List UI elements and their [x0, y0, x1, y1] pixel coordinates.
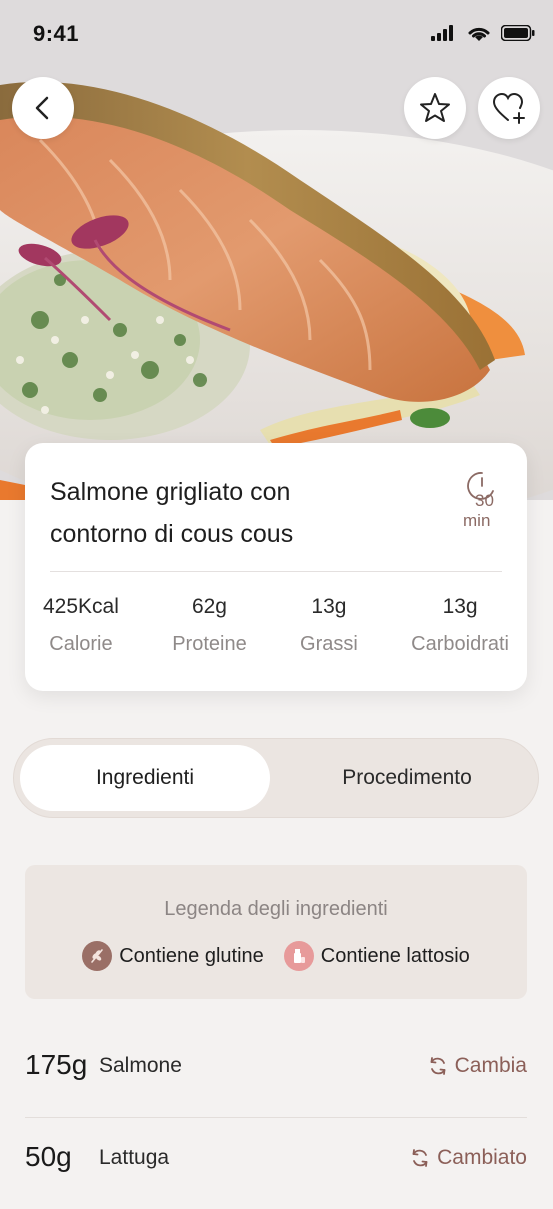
nutrient-label: Carboidrati: [411, 633, 509, 655]
recipe-title: Salmone grigliato con contorno di cous c…: [50, 471, 440, 555]
ingredient-row: 50g Lattuga Cambiato: [25, 1125, 527, 1195]
nutrient-calories: 425Kcal Calorie: [43, 595, 119, 656]
refresh-icon: [412, 1149, 428, 1167]
tab-procedimento[interactable]: Procedimento: [282, 745, 532, 811]
heart-plus-icon: [492, 92, 525, 124]
favorite-button[interactable]: [404, 77, 466, 139]
lactose-icon: [283, 941, 314, 971]
recipe-hero-image: [0, 0, 553, 500]
nutrient-label: Proteine: [172, 633, 247, 655]
add-to-collection-button[interactable]: [478, 77, 540, 139]
nutrient-label: Grassi: [300, 633, 358, 655]
nutrient-value: 13g: [442, 595, 478, 618]
salmon-dish-illustration: [0, 0, 553, 500]
signal-icon: [431, 25, 453, 41]
legend-gluten-label: Contiene glutine: [119, 944, 264, 967]
swap-label: Cambiato: [437, 1146, 527, 1169]
star-icon: [420, 93, 450, 122]
status-time: 9:41: [33, 21, 80, 46]
recipe-info-card: Salmone grigliato con contorno di cous c…: [25, 443, 527, 691]
status-icons: [431, 24, 535, 42]
swap-label: Cambia: [454, 1054, 527, 1077]
refresh-icon: [430, 1057, 446, 1075]
nutrient-label: Calorie: [49, 633, 113, 655]
status-bar: 9:41: [0, 0, 553, 70]
nutrient-protein: 62g Proteine: [172, 595, 247, 656]
legend-lactose-label: Contiene lattosio: [320, 944, 470, 967]
ingredient-quantity: 175g: [25, 1049, 88, 1080]
nutrient-value: 425Kcal: [43, 595, 119, 618]
prep-time-value: 30: [475, 491, 494, 510]
wifi-icon: [468, 27, 490, 41]
nutrient-value: 62g: [191, 595, 227, 618]
nutrient-fat: 13g Grassi: [300, 595, 358, 656]
battery-icon: [501, 25, 535, 41]
prep-time-unit: min: [463, 511, 491, 530]
legend-lactose: Contiene lattosio: [283, 941, 470, 971]
swap-ingredient-button[interactable]: Cambiato: [409, 1146, 527, 1170]
gluten-icon: [82, 941, 113, 971]
legend-title: Legenda degli ingredienti: [164, 898, 388, 920]
legend-gluten: Contiene glutine: [82, 941, 264, 971]
ingredient-name: Salmone: [99, 1054, 182, 1077]
ingredient-name: Lattuga: [99, 1146, 170, 1169]
back-button[interactable]: [12, 77, 74, 139]
recipe-tabs: Ingredienti Procedimento: [13, 738, 539, 818]
nutrient-value: 13g: [311, 595, 347, 618]
recipe-title-line-1: Salmone grigliato con: [50, 478, 291, 506]
ingredient-quantity: 50g: [25, 1141, 72, 1172]
nutrient-carbs: 13g Carboidrati: [411, 595, 509, 656]
nutrients-row: 425Kcal Calorie 62g Proteine 13g Grassi …: [43, 595, 509, 656]
card-divider: [50, 571, 502, 572]
chevron-left-icon: [35, 96, 49, 120]
swap-ingredient-button[interactable]: Cambia: [427, 1054, 527, 1078]
recipe-title-line-2: contorno di cous cous: [50, 520, 294, 548]
ingredients-legend: Legenda degli ingredienti Contiene gluti…: [25, 865, 527, 999]
legend-items: Contiene glutine Contiene lattosio: [25, 941, 527, 971]
row-divider: [25, 1117, 527, 1118]
ingredient-row: 175g Salmone Cambia: [25, 1033, 527, 1103]
tab-ingredienti[interactable]: Ingredienti: [20, 745, 270, 811]
